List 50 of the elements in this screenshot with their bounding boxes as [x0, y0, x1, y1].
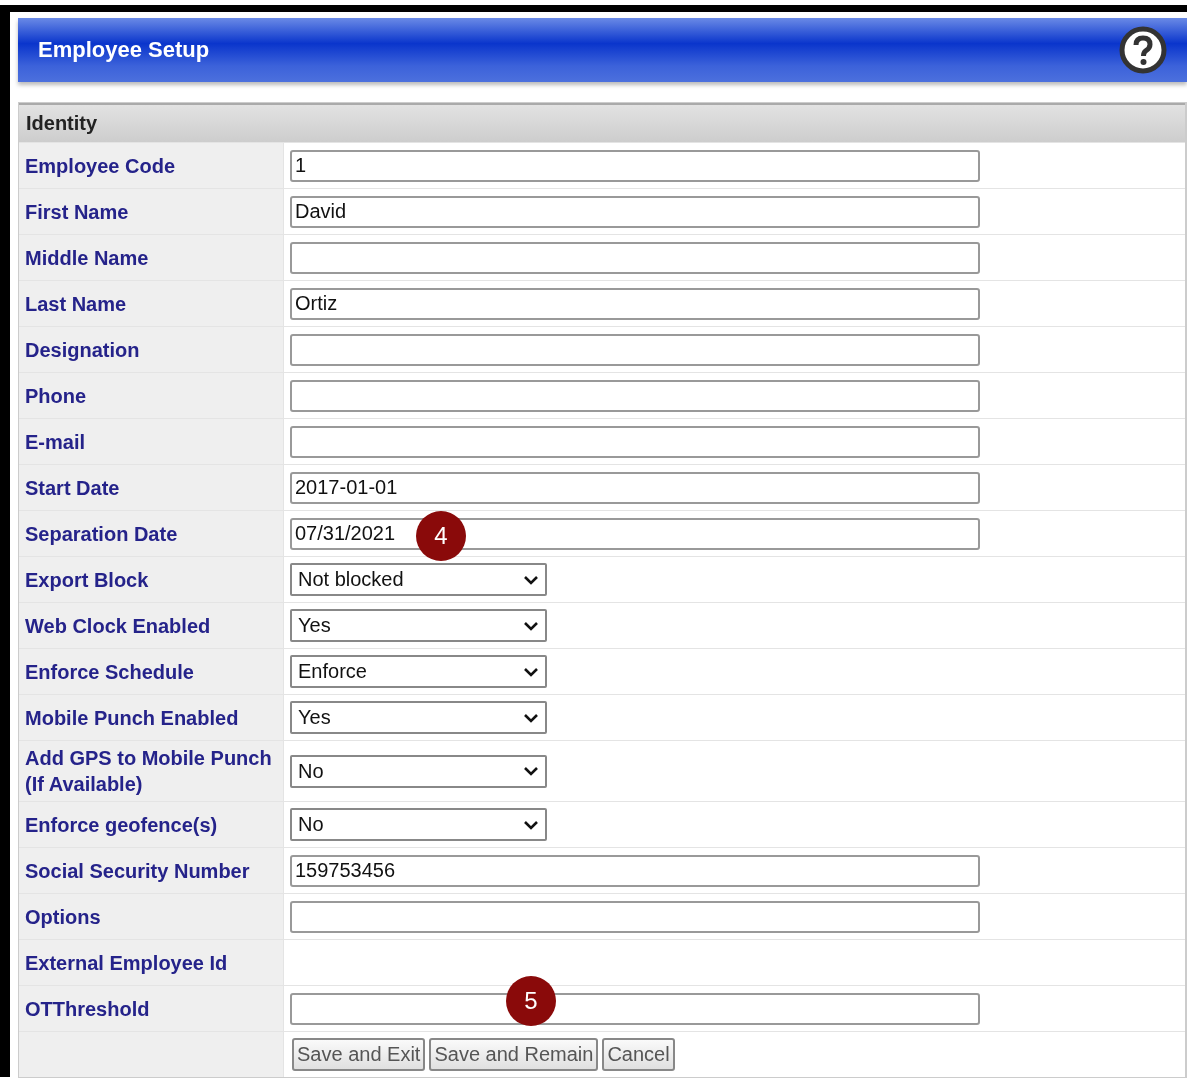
caret-icon	[523, 666, 539, 677]
form-button[interactable]: Save and Exit	[292, 1038, 426, 1071]
form-button[interactable]: Cancel	[602, 1038, 675, 1071]
field-label: Web Clock Enabled	[19, 603, 283, 648]
text-field[interactable]	[290, 379, 980, 412]
form-button[interactable]: Save and Remain	[429, 1038, 599, 1071]
field-label: OTThreshold	[19, 986, 283, 1031]
field-label: Separation Date	[19, 511, 283, 556]
dropdown[interactable]: Yes	[290, 701, 547, 734]
text-field[interactable]: David	[290, 195, 980, 228]
field-label: Enforce geofence(s)	[19, 802, 283, 847]
callout-badge: 4	[416, 511, 466, 561]
dropdown[interactable]: Not blocked	[290, 563, 547, 596]
text-field[interactable]	[290, 333, 980, 366]
field-label: Designation	[19, 327, 283, 372]
text-field[interactable]	[290, 900, 980, 933]
section-header: Identity	[19, 103, 1185, 142]
text-field[interactable]: 1	[290, 149, 980, 182]
field-label: Mobile Punch Enabled	[19, 695, 283, 740]
field-label: First Name	[19, 189, 283, 234]
caret-icon	[523, 620, 539, 631]
callout-badge: 5	[506, 976, 556, 1026]
field-label: Last Name	[19, 281, 283, 326]
field-label: Add GPS to Mobile Punch (If Available)	[19, 741, 283, 801]
field-label: Start Date	[19, 465, 283, 510]
field-label: External Employee Id	[19, 940, 283, 985]
caret-icon	[523, 766, 539, 776]
dropdown[interactable]: Yes	[290, 609, 547, 642]
caret-icon	[523, 819, 539, 830]
text-field[interactable]: Ortiz	[290, 287, 980, 320]
page-title: Employee Setup	[38, 37, 210, 63]
field-label: Enforce Schedule	[19, 649, 283, 694]
text-field[interactable]: 2017-01-01	[290, 471, 980, 504]
dropdown[interactable]: Enforce	[290, 655, 547, 688]
field-label: Options	[19, 894, 283, 939]
text-field[interactable]	[290, 992, 980, 1025]
text-field[interactable]	[290, 241, 980, 274]
help-icon[interactable]	[1119, 26, 1167, 74]
caret-icon	[523, 574, 539, 585]
text-field[interactable]: 159753456	[290, 854, 980, 887]
dropdown[interactable]: No	[290, 754, 547, 788]
field-label: Phone	[19, 373, 283, 418]
field-label: E-mail	[19, 419, 283, 464]
field-label: Middle Name	[19, 235, 283, 280]
caret-icon	[523, 712, 539, 723]
field-label: Export Block	[19, 557, 283, 602]
dropdown[interactable]: No	[290, 808, 547, 841]
field-label: Social Security Number	[19, 848, 283, 893]
text-field[interactable]	[290, 425, 980, 458]
field-label: Employee Code	[19, 143, 283, 188]
